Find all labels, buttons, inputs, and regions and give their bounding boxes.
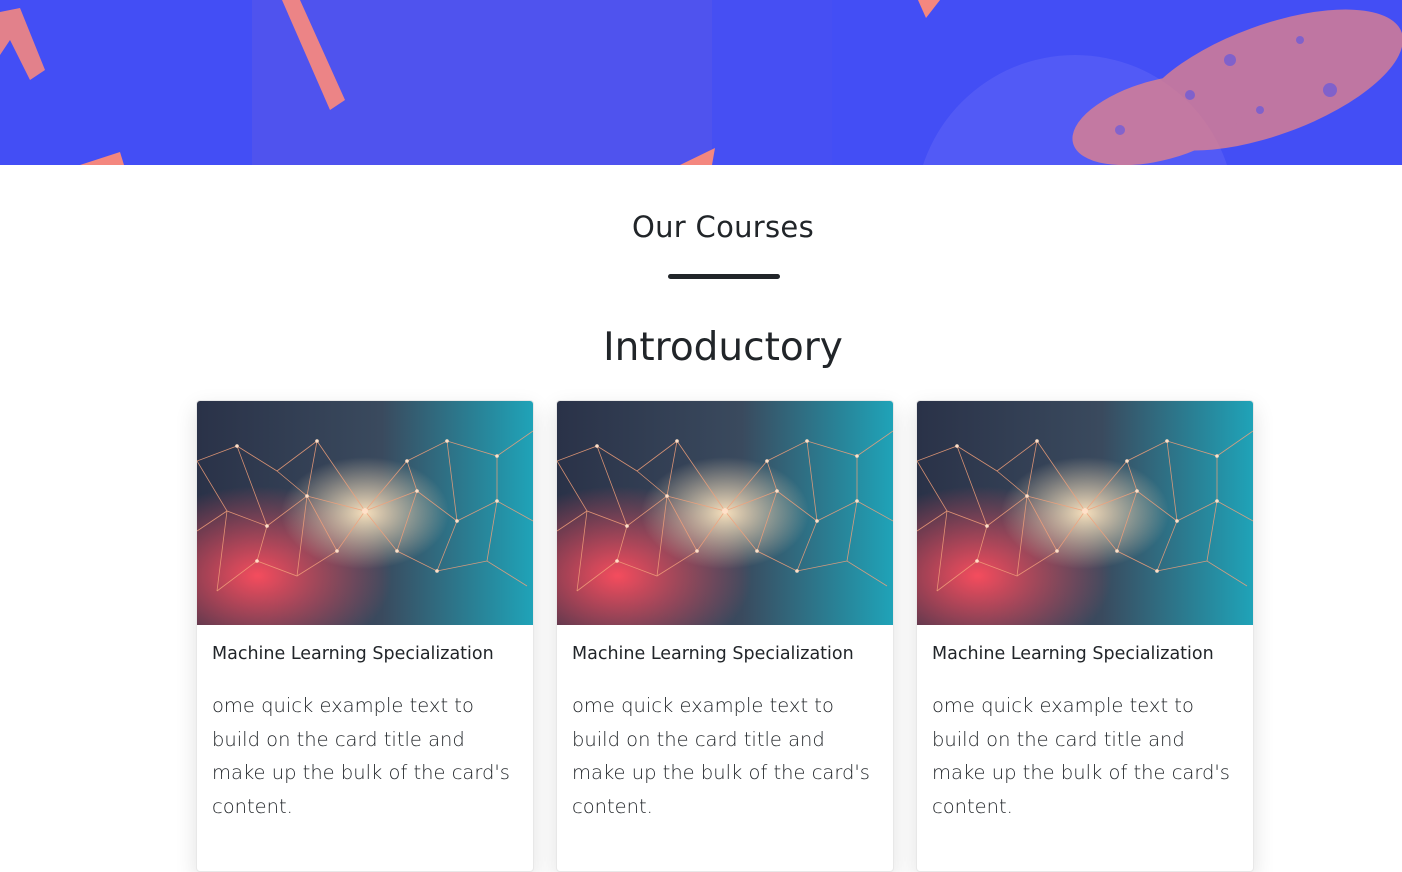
- network-nodes-image: [557, 401, 893, 625]
- network-nodes-image: [917, 401, 1253, 625]
- network-nodes-image: [197, 401, 533, 625]
- card-title: Machine Learning Specialization: [212, 644, 494, 664]
- card-text: ome quick example text to build on the c…: [572, 694, 870, 818]
- card-text: ome quick example text to build on the c…: [212, 694, 510, 818]
- card-title: Machine Learning Specialization: [572, 644, 854, 664]
- course-card[interactable]: Machine Learning Specialization ome quic…: [556, 400, 894, 872]
- title-underline: [668, 274, 780, 279]
- hero-banner: [0, 0, 1402, 165]
- subsection-title: Introductory: [603, 325, 843, 370]
- section-title: Our Courses: [631, 210, 814, 244]
- card-title: Machine Learning Specialization: [932, 644, 1214, 664]
- card-text: ome quick example text to build on the c…: [932, 694, 1230, 818]
- course-card[interactable]: Machine Learning Specialization ome quic…: [196, 400, 534, 872]
- course-card[interactable]: Machine Learning Specialization ome quic…: [916, 400, 1254, 872]
- hero-art: [0, 0, 1402, 165]
